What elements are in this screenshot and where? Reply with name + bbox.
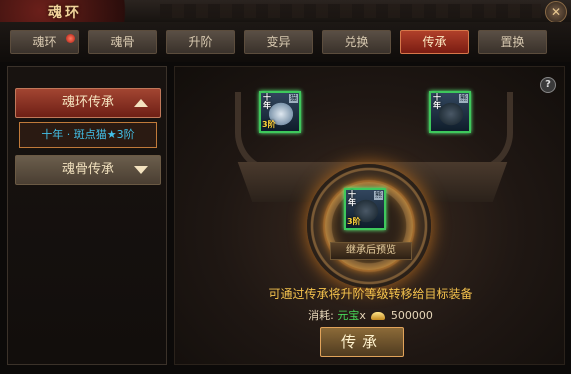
- source-item-slot[interactable]: 十年 猫 3阶: [259, 91, 301, 133]
- inherit-description: 可通过传承将升阶等级转移给目标装备: [268, 287, 473, 301]
- chevron-down-icon: [134, 166, 148, 174]
- item-corner-tag: 熊: [459, 94, 468, 103]
- tab-label: 魂骨: [110, 35, 135, 49]
- item-tier: 3阶: [262, 120, 276, 129]
- item-corner-tag: 熊: [374, 191, 383, 200]
- tab-label: 魂环: [32, 35, 57, 49]
- titlebar-decoration: [160, 4, 541, 18]
- close-icon: ✕: [550, 5, 562, 19]
- window-titlebar: 魂环 ✕: [0, 0, 571, 23]
- cost-label: 消耗:: [308, 309, 334, 322]
- tab-bar: 魂环 魂骨 升阶 变异 兑换 传承 置换: [0, 22, 571, 62]
- item-year: 十年: [348, 190, 356, 207]
- selected-ring-item[interactable]: 十年 · 斑点猫★3阶: [19, 122, 157, 148]
- window-title: 魂环: [48, 5, 82, 21]
- item-corner-tag: 猫: [289, 94, 298, 103]
- inherit-type-sidebar: 魂环传承 十年 · 斑点猫★3阶 魂骨传承: [7, 66, 167, 365]
- bone-inherit-category[interactable]: 魂骨传承: [15, 155, 161, 185]
- tab-label: 兑换: [344, 35, 369, 49]
- chevron-up-icon: [134, 99, 148, 107]
- target-item-slot[interactable]: 十年 熊: [429, 91, 471, 133]
- inherit-stage: ? 十年 猫 3阶 十年 熊 十年 熊 3阶 继承后预览 可通过传承将升阶等级转…: [174, 66, 565, 365]
- inherit-button[interactable]: 传承: [320, 327, 404, 357]
- gold-ingot-icon: [371, 312, 386, 320]
- ring-inherit-category[interactable]: 魂环传承: [15, 88, 161, 118]
- currency-name: 元宝: [337, 309, 360, 322]
- tab-label: 置换: [500, 35, 525, 49]
- close-button[interactable]: ✕: [545, 1, 567, 23]
- item-tier: 3阶: [347, 217, 361, 226]
- cost-line: 消耗: 元宝x 500000: [175, 307, 564, 323]
- tab-exchange[interactable]: 兑换: [322, 30, 391, 54]
- category-label: 魂骨传承: [61, 162, 114, 177]
- item-year: 十年: [263, 93, 271, 110]
- tab-soul-ring[interactable]: 魂环: [10, 30, 79, 54]
- notification-dot-icon: [66, 34, 75, 43]
- cost-multiplier: x: [359, 309, 366, 322]
- item-year: 十年: [433, 93, 441, 110]
- tab-label: 传承: [422, 35, 447, 49]
- tab-replace[interactable]: 置换: [478, 30, 547, 54]
- result-preview-item: 十年 熊 3阶: [344, 188, 386, 230]
- category-label: 魂环传承: [61, 95, 114, 110]
- tab-upgrade[interactable]: 升阶: [166, 30, 235, 54]
- tab-soul-bone[interactable]: 魂骨: [88, 30, 157, 54]
- tab-label: 升阶: [188, 35, 213, 49]
- tab-inherit[interactable]: 传承: [400, 30, 469, 54]
- preview-label: 继承后预览: [330, 242, 412, 260]
- tab-mutate[interactable]: 变异: [244, 30, 313, 54]
- tab-label: 变异: [266, 35, 291, 49]
- cost-amount: 500000: [390, 309, 433, 322]
- help-icon[interactable]: ?: [540, 77, 556, 93]
